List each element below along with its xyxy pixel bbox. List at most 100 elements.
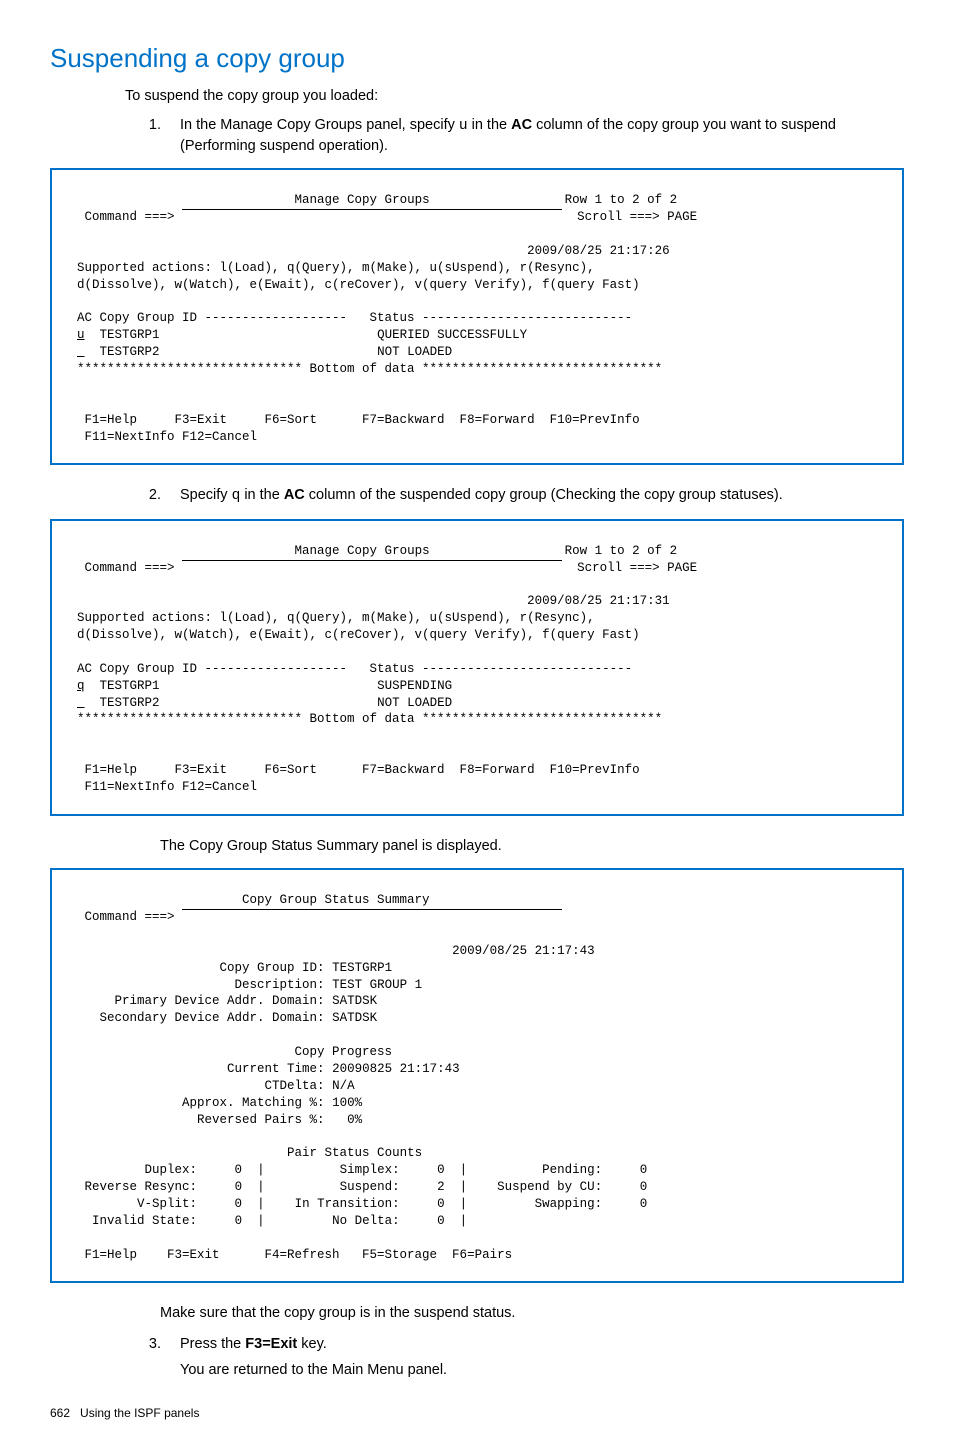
p3-r1c1l: Duplex: (145, 1163, 198, 1177)
p3-r3c1v: 0 (235, 1197, 243, 1211)
p1-rowinfo: Row 1 to 2 of 2 (565, 193, 678, 207)
p2-actions2: d(Dissolve), w(Watch), e(Ewait), c(reCov… (77, 628, 640, 642)
page-heading: Suspending a copy group (50, 40, 904, 76)
p3-timestamp: 2009/08/25 21:17:43 (452, 944, 595, 958)
p3-desc-val: TEST GROUP 1 (332, 978, 422, 992)
step-3: Press the F3=Exit key. You are returned … (165, 1334, 904, 1381)
p3-fkeys[interactable]: F1=Help F3=Exit F4=Refresh F5=Storage F6… (77, 1248, 512, 1262)
p2-title: Manage Copy Groups (295, 544, 430, 558)
p3-r2c3l: Suspend by CU: (497, 1180, 602, 1194)
p1-bottom: ****************************** Bottom of… (77, 362, 662, 376)
step2-pre: Specify (180, 487, 232, 503)
page-footer: 662 Using the ISPF panels (50, 1405, 904, 1422)
p2-fkeys1[interactable]: F1=Help F3=Exit F6=Sort F7=Backward F8=F… (77, 763, 640, 777)
p1-actions2: d(Dissolve), w(Watch), e(Ewait), c(reCov… (77, 278, 640, 292)
p3-r2c2l: Suspend: (340, 1180, 400, 1194)
p3-desc-lbl: Description: (122, 978, 325, 992)
p1-cmd-label: Command ===> (85, 210, 183, 224)
p3-r1c3l: Pending: (542, 1163, 602, 1177)
p3-r3c2l: In Transition: (295, 1197, 400, 1211)
p2-timestamp: 2009/08/25 21:17:31 (527, 594, 670, 608)
step1-bold: AC (511, 117, 532, 133)
step1-pre: In the Manage Copy Groups panel, specify (180, 117, 459, 133)
p3-cgid-val: TESTGRP1 (332, 961, 392, 975)
terminal-panel-1: Manage Copy Groups Row 1 to 2 of 2 Comma… (50, 168, 904, 465)
p3-rev-val: 0% (332, 1113, 362, 1127)
step3-after: You are returned to the Main Menu panel. (180, 1360, 904, 1380)
p3-r2c3v: 0 (640, 1180, 648, 1194)
p3-cgid-lbl: Copy Group ID: (122, 961, 325, 975)
p2-row2-status: NOT LOADED (377, 696, 452, 710)
intro-text: To suspend the copy group you loaded: (125, 86, 904, 106)
step2-mid: in the (240, 487, 284, 503)
p3-r2c1v: 0 (235, 1180, 243, 1194)
p3-r4c2v: 0 (437, 1214, 445, 1228)
p3-title: Copy Group Status Summary (242, 893, 430, 907)
note-after-panel3: Make sure that the copy group is in the … (160, 1303, 904, 1323)
step3-post: key. (297, 1336, 327, 1352)
p2-rowinfo: Row 1 to 2 of 2 (565, 544, 678, 558)
p3-r2c1l: Reverse Resync: (85, 1180, 198, 1194)
p1-row2-status: NOT LOADED (377, 345, 452, 359)
p3-psc-hdr: Pair Status Counts (287, 1146, 422, 1160)
p2-scroll: Scroll ===> PAGE (577, 561, 697, 575)
note-after-panel2: The Copy Group Status Summary panel is d… (160, 836, 904, 856)
p2-ac1[interactable]: q (77, 679, 85, 693)
step-2: Specify q in the AC column of the suspen… (165, 485, 904, 506)
p2-ac2[interactable] (77, 696, 85, 710)
p3-r1c2v: 0 (437, 1163, 445, 1177)
p2-bottom: ****************************** Bottom of… (77, 712, 662, 726)
p3-progress-hdr: Copy Progress (295, 1045, 393, 1059)
p2-fkeys2[interactable]: F11=NextInfo F12=Cancel (77, 780, 257, 794)
p3-r3c1l: V-Split: (137, 1197, 197, 1211)
p3-r4c1v: 0 (235, 1214, 243, 1228)
p3-cmd-input[interactable] (182, 909, 562, 910)
p1-title: Manage Copy Groups (295, 193, 430, 207)
p1-ac1[interactable]: u (77, 328, 85, 342)
p1-actions1: Supported actions: l(Load), q(Query), m(… (77, 261, 595, 275)
p3-ctd-lbl: CTDelta: (122, 1079, 325, 1093)
p3-match-val: 100% (332, 1096, 362, 1110)
p2-row1-status: SUSPENDING (377, 679, 452, 693)
step2-action: q (232, 488, 241, 504)
footer-pagenum: 662 (50, 1406, 70, 1420)
footer-label: Using the ISPF panels (80, 1406, 199, 1420)
p3-r1c2l: Simplex: (340, 1163, 400, 1177)
p3-rev-lbl: Reversed Pairs %: (122, 1113, 325, 1127)
p2-row2-id: TESTGRP2 (100, 696, 160, 710)
p1-row2-id: TESTGRP2 (100, 345, 160, 359)
p1-fkeys1[interactable]: F1=Help F3=Exit F6=Sort F7=Backward F8=F… (77, 413, 640, 427)
p3-r1c1v: 0 (235, 1163, 243, 1177)
p3-r3c2v: 0 (437, 1197, 445, 1211)
p3-ctime-lbl: Current Time: (122, 1062, 325, 1076)
p1-fkeys2[interactable]: F11=NextInfo F12=Cancel (77, 430, 257, 444)
step-1: In the Manage Copy Groups panel, specify… (165, 115, 904, 157)
p1-scroll: Scroll ===> PAGE (577, 210, 697, 224)
p2-header-row: AC Copy Group ID ------------------- Sta… (77, 662, 632, 676)
p2-row1-id: TESTGRP1 (100, 679, 160, 693)
p3-r3c3l: Swapping: (535, 1197, 603, 1211)
p3-r4c1l: Invalid State: (92, 1214, 197, 1228)
p3-cmd-label: Command ===> (85, 910, 183, 924)
step2-post: column of the suspended copy group (Chec… (305, 487, 783, 503)
p3-ctime-val: 20090825 21:17:43 (332, 1062, 460, 1076)
p3-r2c2v: 2 (437, 1180, 445, 1194)
terminal-panel-2: Manage Copy Groups Row 1 to 2 of 2 Comma… (50, 519, 904, 816)
p2-cmd-label: Command ===> (85, 561, 183, 575)
terminal-panel-3: Copy Group Status Summary Command ===> 2… (50, 868, 904, 1283)
step2-bold: AC (284, 487, 305, 503)
step3-bold: F3=Exit (245, 1336, 297, 1352)
p2-actions1: Supported actions: l(Load), q(Query), m(… (77, 611, 595, 625)
step1-action: u (459, 118, 468, 134)
p1-cmd-input[interactable] (182, 209, 562, 210)
p2-cmd-input[interactable] (182, 560, 562, 561)
p3-r1c3v: 0 (640, 1163, 648, 1177)
p1-ac2[interactable] (77, 345, 85, 359)
p3-r4c2l: No Delta: (332, 1214, 400, 1228)
p3-pdom-val: SATDSK (332, 994, 377, 1008)
p1-row1-id: TESTGRP1 (100, 328, 160, 342)
step1-mid: in the (468, 117, 512, 133)
p3-ctd-val: N/A (332, 1079, 355, 1093)
p1-header-row: AC Copy Group ID ------------------- Sta… (77, 311, 632, 325)
p3-r3c3v: 0 (640, 1197, 648, 1211)
